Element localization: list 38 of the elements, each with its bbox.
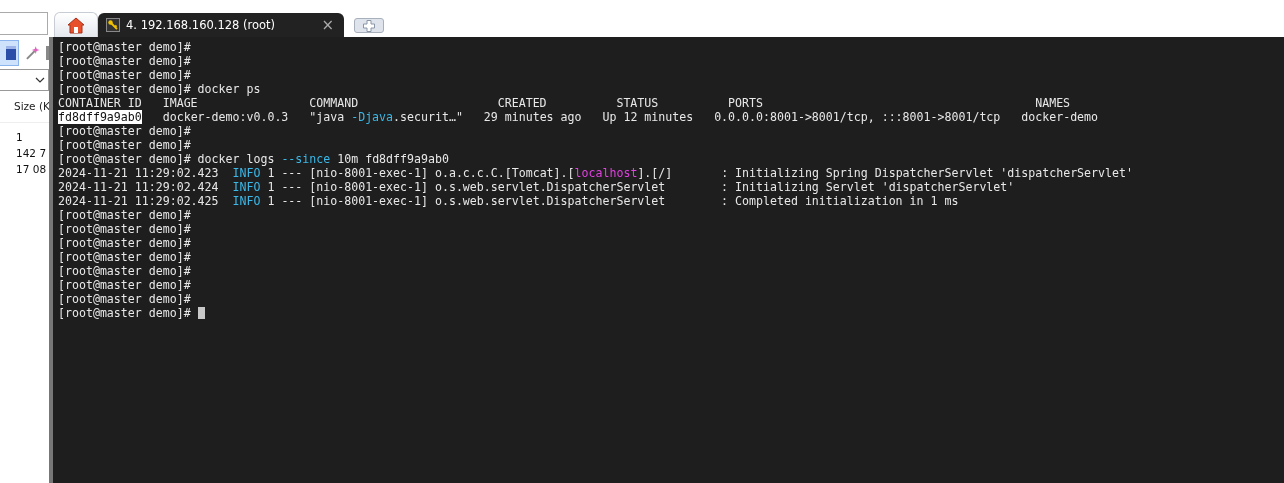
quick-connect-field[interactable] bbox=[0, 12, 48, 35]
terminal-line: [root@master demo]# bbox=[58, 236, 192, 250]
terminal-line: 2024-11-21 11:29:02.424 INFO 1 --- [nio-8001-exec-1] o.s.web.servlet.DispatcherServlet : Initializing Servlet 'dispatcherServlet' bbox=[58, 180, 1016, 194]
terminal-line: [root@master demo]# docker ps bbox=[58, 82, 262, 96]
new-tab-button[interactable] bbox=[354, 18, 384, 33]
terminal-line: 2024-11-21 11:29:02.425 INFO 1 --- [nio-8001-exec-1] o.s.web.servlet.DispatcherServlet : Completed initialization in 1 ms bbox=[58, 194, 960, 208]
terminal-line: [root@master demo]# bbox=[58, 54, 192, 68]
session-tab[interactable]: 4. 192.168.160.128 (root) × bbox=[98, 13, 344, 37]
file-size: 1 bbox=[16, 131, 24, 143]
file-size: 142 7 bbox=[16, 147, 48, 159]
magic-wand-icon[interactable] bbox=[24, 45, 41, 61]
terminal-line: [root@master demo]# bbox=[58, 222, 192, 236]
close-icon[interactable]: × bbox=[321, 16, 334, 34]
sessions-button[interactable] bbox=[0, 40, 19, 66]
chevron-down-icon bbox=[35, 77, 45, 83]
plus-icon bbox=[363, 19, 375, 32]
file-size: 17 08 bbox=[16, 163, 48, 175]
terminal-line: [root@master demo]# bbox=[58, 264, 192, 278]
house-icon bbox=[67, 16, 85, 34]
terminal-line: CONTAINER ID IMAGE COMMAND CREATED STATUS PORTS NAMES bbox=[58, 96, 1072, 110]
terminal-line: [root@master demo]# bbox=[58, 292, 192, 306]
window-icon bbox=[5, 46, 16, 60]
terminal-line: [root@master demo]# bbox=[58, 250, 192, 264]
cursor-icon bbox=[197, 307, 205, 319]
terminal-line: [root@master demo]# bbox=[58, 124, 192, 138]
terminal-line: [root@master demo]# bbox=[58, 138, 192, 152]
dropdown[interactable] bbox=[0, 69, 49, 91]
terminal-line: fd8dff9a9ab0 docker-demo:v0.0.3 "java -Djava.securit…" 29 minutes ago Up 12 minutes 0.0.0.0:8001->8001/tcp, :::8001->8001/tcp docker-demo bbox=[58, 110, 1100, 124]
terminal-line: [root@master demo]# bbox=[58, 208, 192, 222]
terminal-line: 2024-11-21 11:29:02.423 INFO 1 --- [nio-8001-exec-1] o.a.c.c.C.[Tomcat].[localhost].[/] : Initializing Spring DispatcherServlet 'dispatcherServlet' bbox=[58, 166, 1134, 180]
home-tab[interactable] bbox=[54, 12, 98, 37]
terminal-line: [root@master demo]# docker logs --since 10m fd8dff9a9ab0 bbox=[58, 152, 450, 166]
key-icon bbox=[106, 18, 120, 32]
terminal-line: [root@master demo]# bbox=[58, 68, 192, 82]
terminal-line: [root@master demo]# bbox=[58, 40, 192, 54]
terminal-line: [root@master demo]# bbox=[58, 278, 192, 292]
toolbar-handle bbox=[46, 46, 49, 60]
terminal-line: [root@master demo]# bbox=[58, 306, 1284, 320]
